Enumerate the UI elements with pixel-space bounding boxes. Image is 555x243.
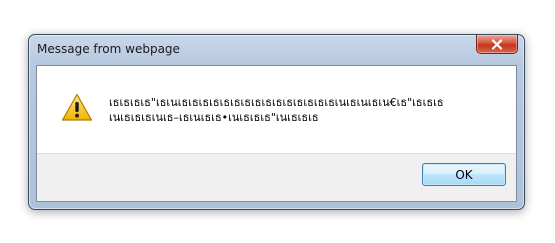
dialog-body: เธเธ‍เธ‍เธ"เธ‍เนเธ‍เธ‍เธ‍เธเธ‍เธ‍เธ‍เธเธ… — [36, 65, 517, 202]
warning-icon — [61, 93, 93, 121]
title-bar[interactable]: Message from webpage — [29, 35, 524, 65]
close-icon — [491, 38, 503, 50]
close-button[interactable] — [476, 35, 518, 54]
message-line-2: เนเธ‍เธ‍เธเนเธ–เธ‍เนเธ‍เธ•เนเธ‍เธ‍เธ"เนเ… — [109, 111, 319, 124]
message-line-1: เธเธ‍เธ‍เธ"เธ‍เนเธ‍เธ‍เธ‍เธเธ‍เธ‍เธ‍เธเธ… — [109, 96, 444, 109]
message-dialog: Message from webpage — [28, 34, 525, 210]
dialog-message: เธเธ‍เธ‍เธ"เธ‍เนเธ‍เธ‍เธ‍เธเธ‍เธ‍เธ‍เธเธ… — [109, 95, 509, 125]
message-area: เธเธ‍เธ‍เธ"เธ‍เนเธ‍เธ‍เธ‍เธเธ‍เธ‍เธ‍เธเธ… — [37, 66, 516, 153]
button-bar: OK — [37, 153, 516, 201]
screen: Message from webpage — [0, 0, 555, 243]
ok-button[interactable]: OK — [422, 163, 506, 186]
dialog-title: Message from webpage — [37, 42, 180, 56]
